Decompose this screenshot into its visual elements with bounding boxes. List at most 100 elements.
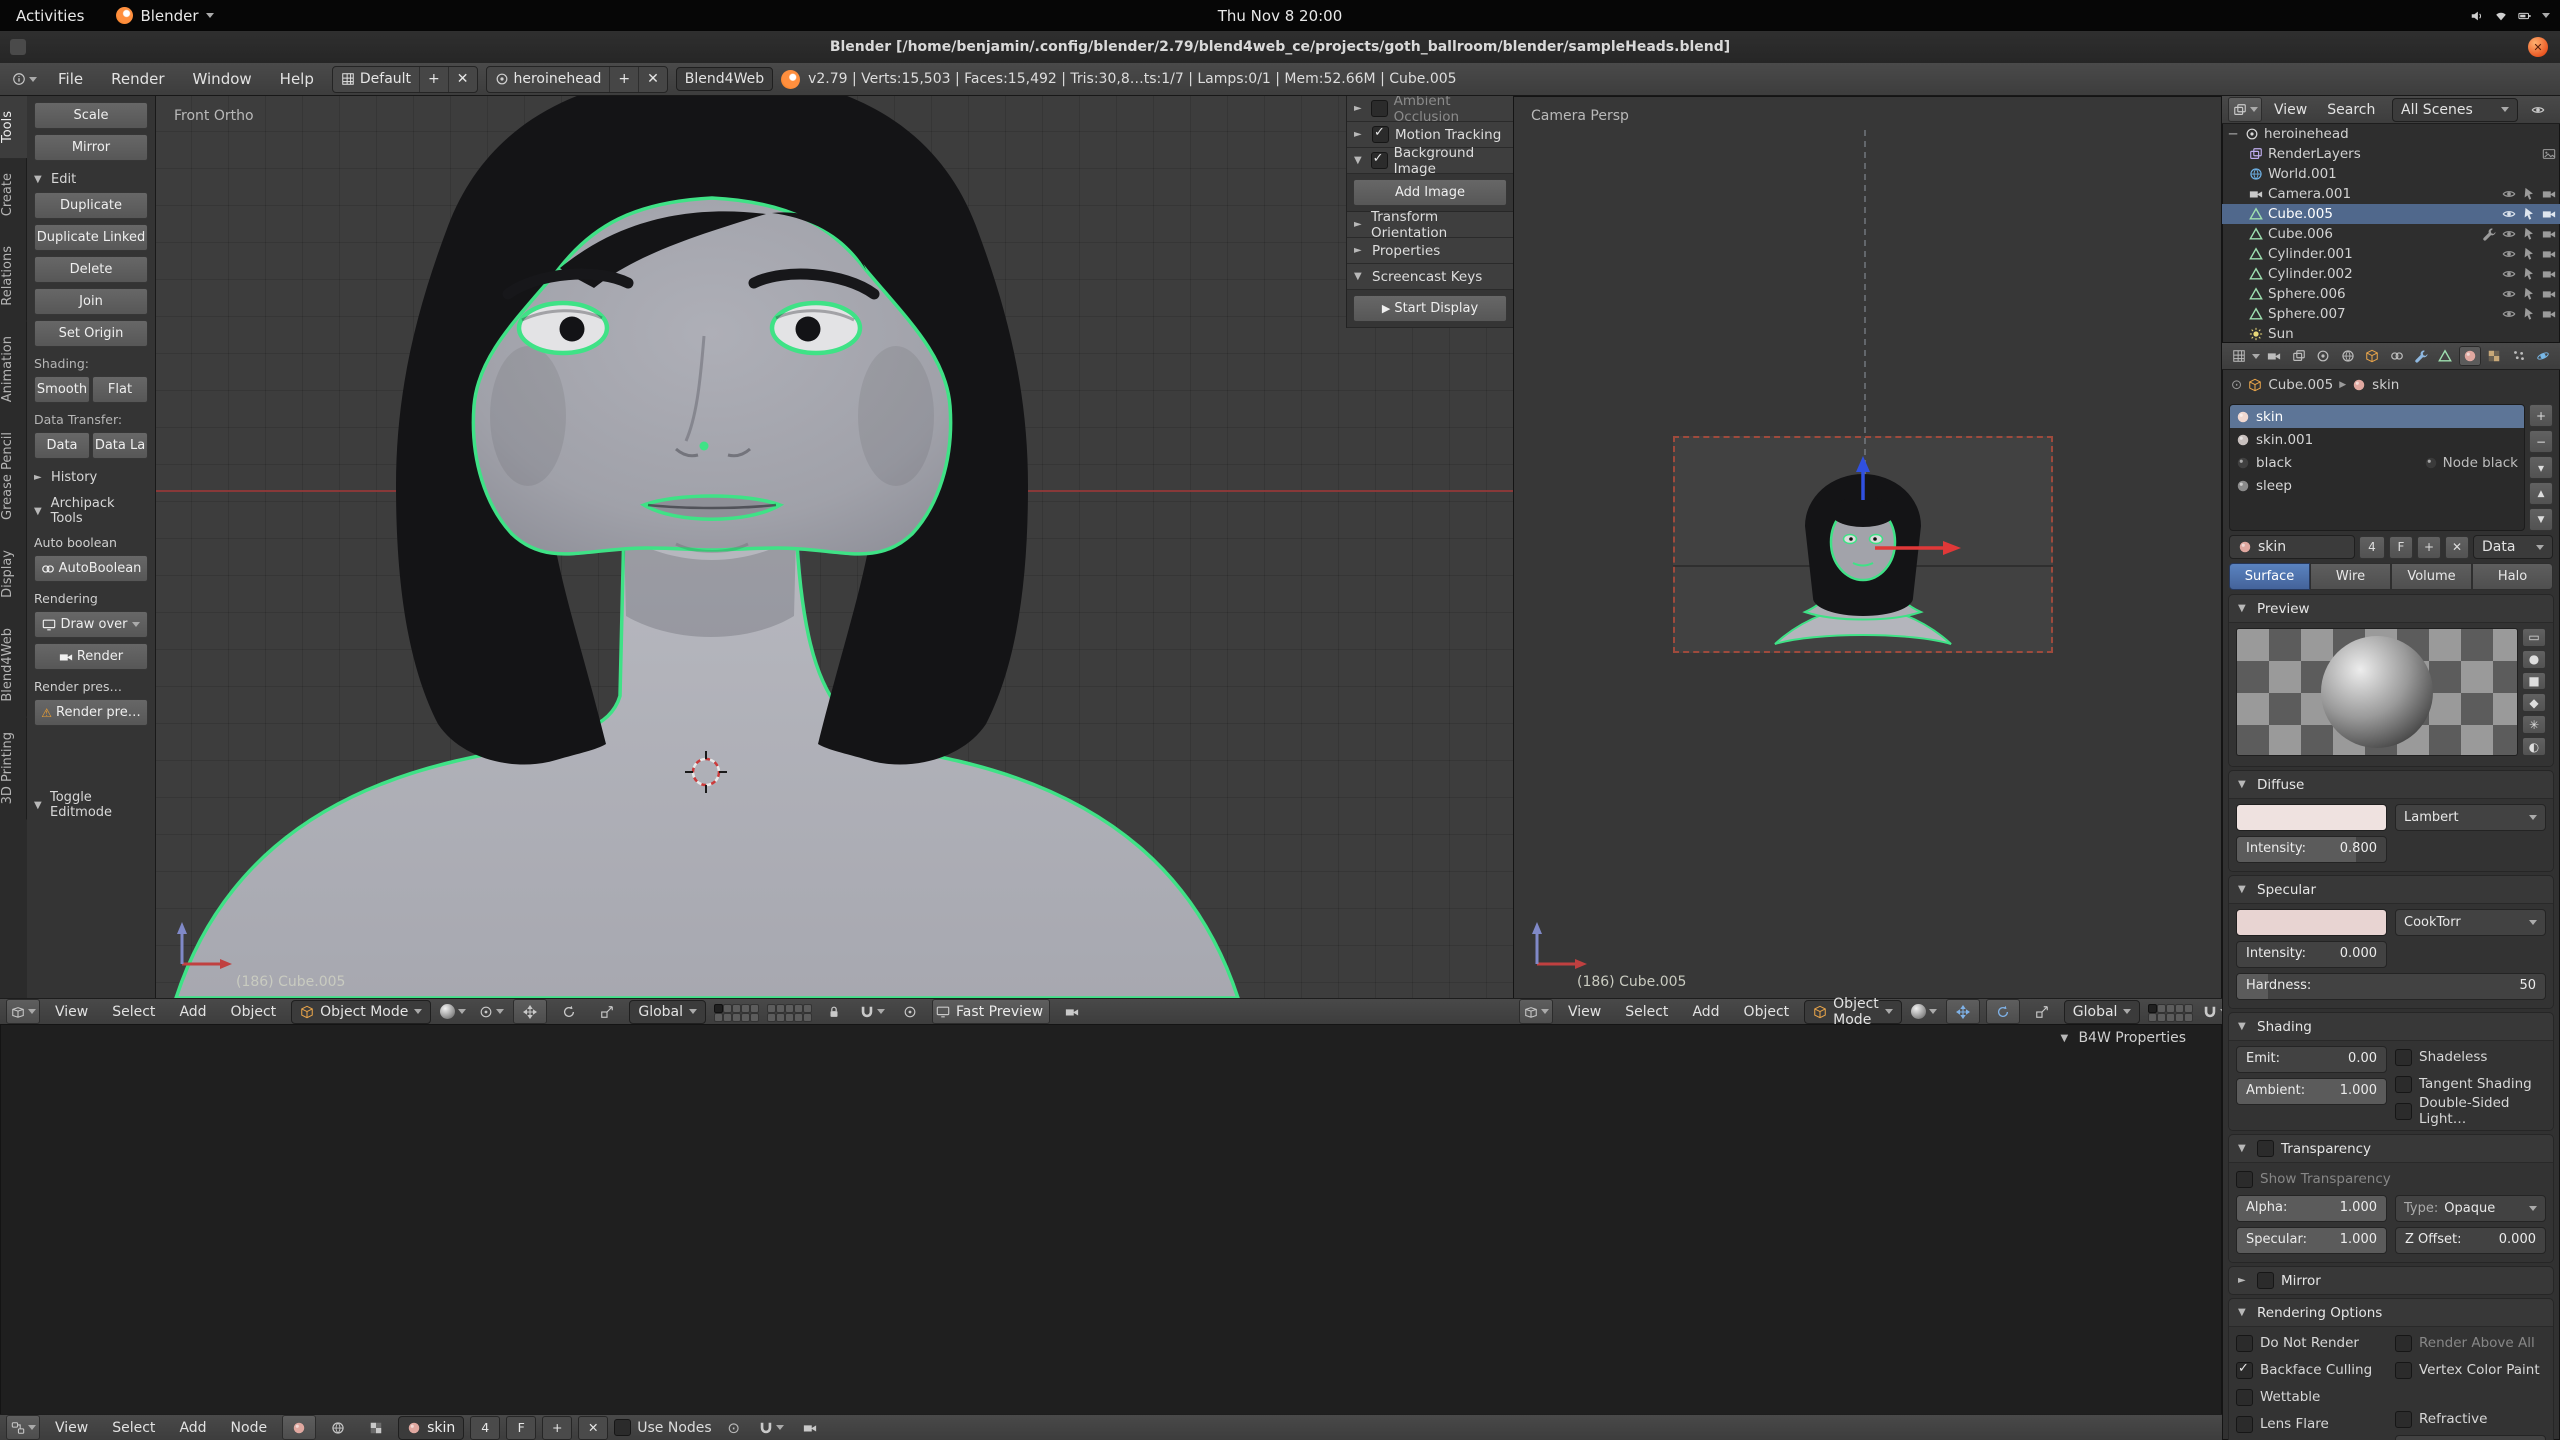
window-close-button[interactable]: ✕ <box>2528 37 2548 57</box>
tab-world[interactable] <box>2337 346 2358 366</box>
pin-icon[interactable]: ⊙ <box>2231 377 2242 393</box>
outliner-item-cube005[interactable]: Cube.005 <box>2222 204 2560 224</box>
snap-magnet-icon[interactable] <box>856 1000 888 1023</box>
mode-dropdown[interactable]: Object Mode <box>291 1000 431 1024</box>
pin-icon[interactable]: ⊙ <box>718 1416 750 1439</box>
select-icon[interactable] <box>2522 207 2536 221</box>
shelf-tab-3d-printing[interactable]: 3D Printing <box>0 717 27 819</box>
render-icon[interactable] <box>2542 267 2556 281</box>
breadcrumb-object[interactable]: Cube.005 <box>2268 377 2333 393</box>
ambient-occlusion-panel[interactable]: ► Ambient Occlusion <box>1347 96 1513 122</box>
shelf-tab-animation[interactable]: Animation <box>0 321 27 417</box>
outliner-item-sun[interactable]: Sun <box>2222 324 2560 343</box>
b4w-properties-region[interactable]: ▼ B4W Properties <box>2060 1030 2186 1046</box>
tangent-shading-checkbox[interactable] <box>2395 1076 2412 1093</box>
menu-select[interactable]: Select <box>103 1415 164 1440</box>
material-slot-sleep[interactable]: sleep <box>2230 474 2524 497</box>
use-nodes-checkbox[interactable] <box>614 1419 631 1436</box>
slot-remove-button[interactable]: − <box>2529 430 2553 453</box>
material-slot-skin001[interactable]: skin.001 <box>2230 428 2524 451</box>
node-editor[interactable]: ▼ B4W Properties View Select Add Node sk… <box>0 1024 2222 1440</box>
clock[interactable]: Thu Nov 8 20:00 <box>1218 0 1343 31</box>
lock-icon[interactable] <box>818 1000 850 1023</box>
preview-sphere-button[interactable]: ● <box>2522 650 2546 669</box>
tab-object[interactable] <box>2361 346 2382 366</box>
show-transparency-checkbox-row[interactable]: Show Transparency <box>2236 1168 2546 1190</box>
viewport-shading-dropdown[interactable] <box>437 1000 469 1023</box>
outliner-item-sphere006[interactable]: Sphere.006 <box>2222 284 2560 304</box>
preview-hair-button[interactable]: ✳ <box>2522 715 2546 734</box>
menu-node[interactable]: Node <box>222 1415 277 1440</box>
ambient-occlusion-checkbox[interactable] <box>1371 100 1388 117</box>
mirror-panel-header[interactable]: ► Mirror <box>2229 1267 2553 1294</box>
eye-icon[interactable] <box>2502 287 2516 301</box>
background-image-panel[interactable]: ▼ Background Image <box>1347 148 1513 174</box>
node-material-field[interactable]: skin <box>398 1416 464 1440</box>
shader-nodes-toggle[interactable] <box>282 1415 316 1440</box>
tab-render[interactable] <box>2263 346 2284 366</box>
background-image-checkbox[interactable] <box>1371 152 1388 169</box>
data-layout-button[interactable]: Data La <box>92 432 148 459</box>
transparency-type-dropdown[interactable]: Type: Opaque <box>2395 1195 2546 1222</box>
render-above-all-row[interactable]: Render Above All <box>2395 1332 2546 1354</box>
shelf-tab-tools[interactable]: Tools <box>0 96 27 158</box>
diffuse-shader-dropdown[interactable]: Lambert <box>2395 804 2546 831</box>
transparency-panel-header[interactable]: ▼ Transparency <box>2229 1135 2553 1162</box>
system-tray[interactable] <box>2470 0 2550 31</box>
slot-move-up-button[interactable]: ▲ <box>2529 482 2553 505</box>
outliner-item-cylinder001[interactable]: Cylinder.001 <box>2222 244 2560 264</box>
editor-type-button[interactable] <box>2228 346 2249 366</box>
archipack-panel-header[interactable]: ▼Archipack Tools <box>34 496 148 526</box>
menu-object[interactable]: Object <box>222 999 286 1025</box>
scale-button[interactable]: Scale <box>34 102 148 129</box>
editor-type-button[interactable] <box>1519 999 1553 1024</box>
display-mode-dropdown[interactable]: All Scenes <box>2392 98 2518 122</box>
do-not-render-checkbox[interactable] <box>2236 1335 2253 1352</box>
shading-panel-header[interactable]: ▼ Shading <box>2229 1013 2553 1040</box>
outliner-item-world[interactable]: World.001 <box>2222 164 2560 184</box>
edit-panel-header[interactable]: ▼Edit <box>34 172 148 187</box>
preview-panel-header[interactable]: ▼ Preview <box>2229 595 2553 622</box>
specular-hardness-slider[interactable]: Hardness:50 <box>2236 973 2546 1000</box>
preview-monkey-button[interactable]: ◆ <box>2522 693 2546 712</box>
render-engine-selector[interactable]: Blend4Web <box>676 67 773 91</box>
outliner-item-sphere007[interactable]: Sphere.007 <box>2222 304 2560 324</box>
halo-button[interactable]: Halo <box>2472 563 2553 590</box>
layout-add-button[interactable]: + <box>419 67 448 92</box>
menu-view[interactable]: View <box>1559 999 1610 1025</box>
eye-icon[interactable] <box>2502 267 2516 281</box>
add-image-button[interactable]: Add Image <box>1353 179 1507 206</box>
shadeless-checkbox[interactable] <box>2395 1049 2412 1066</box>
render-above-all-checkbox[interactable] <box>2395 1335 2412 1352</box>
slot-move-down-button[interactable]: ▼ <box>2529 508 2553 531</box>
mirror-checkbox[interactable] <box>2257 1272 2274 1289</box>
render-icon[interactable] <box>2542 227 2556 241</box>
specular-intensity-slider[interactable]: Intensity:0.000 <box>2236 941 2387 968</box>
layers-widget[interactable] <box>712 1002 759 1022</box>
3d-viewport[interactable]: Front Ortho (186) Cube.005 ► Ambient Occ… <box>156 96 1513 998</box>
shelf-tab-grease-pencil[interactable]: Grease Pencil <box>0 417 27 535</box>
menu-window[interactable]: Window <box>183 63 262 96</box>
texture-nodes-toggle[interactable] <box>360 1416 392 1439</box>
menu-file[interactable]: File <box>48 63 93 96</box>
app-menu[interactable]: Blender <box>100 0 229 31</box>
wire-button[interactable]: Wire <box>2310 563 2391 590</box>
lens-flare-row[interactable]: Lens Flare <box>2236 1413 2387 1435</box>
scale-manipulator-icon[interactable] <box>591 1000 623 1023</box>
eye-icon[interactable] <box>2502 207 2516 221</box>
menu-object[interactable]: Object <box>1735 999 1799 1025</box>
outliner-item-renderlayers[interactable]: RenderLayers <box>2222 144 2560 164</box>
select-icon[interactable] <box>2522 267 2536 281</box>
select-icon[interactable] <box>2522 227 2536 241</box>
menu-search[interactable]: Search <box>2319 96 2383 124</box>
editor-type-button[interactable] <box>8 68 40 91</box>
motion-tracking-checkbox[interactable] <box>1372 126 1389 143</box>
z-offset-field[interactable]: Z Offset:0.000 <box>2395 1227 2546 1254</box>
3d-cursor[interactable] <box>684 750 728 794</box>
viewport-camera-editor[interactable]: Camera Persp (186) Cube.005 View Select … <box>1513 96 2222 1024</box>
scale-manipulator-icon[interactable] <box>2026 1000 2058 1023</box>
mode-dropdown[interactable]: Object Mode <box>1804 1000 1902 1024</box>
breadcrumb-material[interactable]: skin <box>2372 377 2399 393</box>
vertex-color-paint-row[interactable]: Vertex Color Paint <box>2395 1359 2546 1381</box>
flat-button[interactable]: Flat <box>92 376 148 403</box>
